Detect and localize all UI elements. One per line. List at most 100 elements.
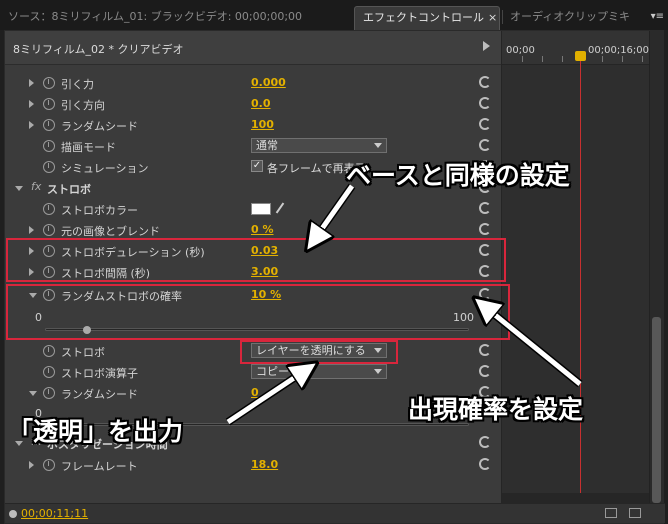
timecode-indicator-icon	[9, 510, 17, 518]
expand-icon[interactable]	[29, 121, 34, 129]
stopwatch-icon[interactable]	[43, 77, 55, 89]
draw-mode-dropdown[interactable]: 通常	[251, 138, 387, 153]
ruler-end-time: 00;00;16;00	[588, 45, 650, 56]
tab-divider	[502, 10, 503, 24]
property-label: ストロボ演算子	[61, 367, 138, 380]
stopwatch-icon[interactable]	[43, 459, 55, 471]
property-row-blend: 元の画像とブレンド 0 %	[5, 220, 501, 240]
ruler-tick	[642, 56, 643, 62]
close-icon[interactable]: ×	[488, 11, 497, 24]
callout-probability: 出現確率を設定	[408, 395, 584, 424]
panel-footer: 00;00;11;11	[5, 503, 665, 523]
panel-vscrollbar[interactable]	[649, 31, 663, 505]
property-label: シミュレーション	[61, 162, 149, 175]
property-label: ストロボ	[61, 346, 105, 359]
property-label: ランダムシード	[61, 388, 138, 401]
tab-effect-controls[interactable]: エフェクトコントロール ×	[354, 6, 500, 30]
reset-icon[interactable]	[479, 76, 491, 88]
clip-name: 8ミリフィルム_02 * クリアビデオ	[13, 43, 184, 56]
property-row-strobe-color: ストロボカラー	[5, 199, 501, 219]
reset-icon[interactable]	[479, 202, 491, 214]
stopwatch-icon[interactable]	[43, 366, 55, 378]
property-value[interactable]: 18.0	[251, 458, 278, 471]
tab-source-label: ソース：8ミリフィルム_01: ブラックビデオ: 00;00;00;00	[8, 10, 303, 23]
property-row-draw-mode: 描画モード 通常	[5, 136, 501, 156]
highlight-strobe-dropdown	[240, 340, 398, 364]
expand-icon[interactable]	[29, 79, 34, 87]
stopwatch-icon[interactable]	[43, 119, 55, 131]
stopwatch-icon[interactable]	[43, 161, 55, 173]
color-swatch[interactable]	[251, 203, 271, 215]
property-value[interactable]: 0	[251, 386, 259, 399]
expand-icon[interactable]	[29, 461, 34, 469]
stopwatch-icon[interactable]	[43, 98, 55, 110]
export-icon[interactable]	[629, 508, 641, 518]
tab-audio-label: オーディオクリップミキ	[510, 10, 631, 23]
tab-effect-label: エフェクトコントロール	[363, 11, 484, 24]
property-value[interactable]: 0.0	[251, 97, 271, 110]
collapse-icon[interactable]	[15, 186, 23, 191]
chevron-down-icon	[374, 143, 382, 148]
strobe-operator-dropdown[interactable]: コピー	[251, 364, 387, 379]
vscroll-thumb[interactable]	[652, 317, 661, 503]
play-audio-icon[interactable]	[605, 508, 617, 518]
property-row-pull-direction: 引く方向 0.0	[5, 94, 501, 114]
eyedropper-icon[interactable]	[275, 202, 285, 214]
property-label: 元の画像とブレンド	[61, 225, 160, 238]
highlight-duration-interval	[6, 238, 506, 282]
keyframe-timeline[interactable]: 00;00 00;00;16;00	[501, 31, 663, 505]
property-label: 引く方向	[61, 99, 105, 112]
ruler-tick	[562, 56, 563, 62]
tab-source-monitor[interactable]: ソース：8ミリフィルム_01: ブラックビデオ: 00;00;00;00	[0, 6, 346, 30]
property-label: 描画モード	[61, 141, 116, 154]
stopwatch-icon[interactable]	[43, 140, 55, 152]
stopwatch-icon[interactable]	[43, 224, 55, 236]
show-timeline-icon[interactable]	[483, 41, 490, 51]
dropdown-value: 通常	[256, 139, 278, 152]
current-timecode[interactable]: 00;00;11;11	[21, 507, 88, 520]
property-label: 引く力	[61, 78, 94, 91]
fx-icon[interactable]: fx	[31, 180, 41, 193]
reset-icon[interactable]	[479, 458, 491, 470]
ruler-start-time: 00;00	[506, 45, 535, 56]
simulation-checkbox[interactable]: ✓	[251, 160, 263, 172]
reset-icon[interactable]	[479, 365, 491, 377]
stopwatch-icon[interactable]	[43, 387, 55, 399]
clip-header: 8ミリフィルム_02 * クリアビデオ	[5, 31, 501, 65]
stopwatch-icon[interactable]	[43, 345, 55, 357]
reset-icon[interactable]	[479, 344, 491, 356]
reset-icon[interactable]	[479, 97, 491, 109]
ruler-tick	[522, 56, 523, 62]
playhead-handle[interactable]	[575, 51, 586, 61]
highlight-probability	[6, 284, 510, 340]
tab-bar: ソース：8ミリフィルム_01: ブラックビデオ: 00;00;00;00 エフェ…	[0, 0, 668, 30]
reset-icon[interactable]	[479, 436, 491, 448]
ruler-tick	[622, 56, 623, 62]
property-value[interactable]: 0 %	[251, 223, 274, 236]
property-value[interactable]: 0.000	[251, 76, 286, 89]
callout-base-settings: ベースと同様の設定	[346, 161, 570, 190]
tab-audio-clip-mixer[interactable]: オーディオクリップミキ ▾≡	[502, 6, 668, 30]
property-label: ストロボカラー	[61, 204, 138, 217]
expand-icon[interactable]	[29, 226, 34, 234]
playhead-line[interactable]	[580, 53, 581, 495]
ruler-tick	[542, 56, 543, 62]
collapse-icon[interactable]	[29, 391, 37, 396]
reset-icon[interactable]	[479, 118, 491, 130]
stopwatch-icon[interactable]	[43, 203, 55, 215]
dropdown-value: コピー	[256, 365, 289, 378]
property-value[interactable]: 100	[251, 118, 274, 131]
property-label: ランダムシード	[61, 120, 138, 133]
property-row-frame-rate: フレームレート 18.0	[5, 455, 501, 475]
reset-icon[interactable]	[479, 139, 491, 151]
chevron-down-icon	[374, 369, 382, 374]
panel-menu-icon[interactable]: ▾≡	[651, 6, 664, 28]
ruler-tick	[602, 56, 603, 62]
property-label: フレームレート	[61, 460, 138, 473]
property-row-pull: 引く力 0.000	[5, 73, 501, 93]
effect-name: ストロボ	[47, 183, 91, 196]
reset-icon[interactable]	[479, 223, 491, 235]
expand-icon[interactable]	[29, 100, 34, 108]
property-row-strobe-operator: ストロボ演算子 コピー	[5, 362, 501, 382]
callout-transparent: 「透明」を出力	[8, 417, 184, 446]
